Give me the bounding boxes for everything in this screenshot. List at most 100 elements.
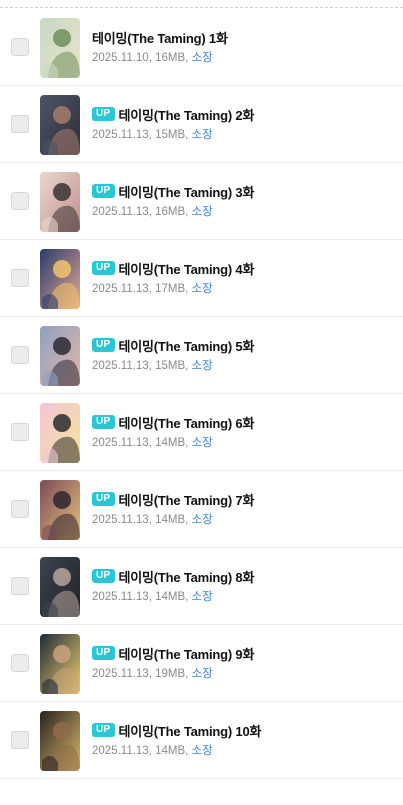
list-item[interactable]: UP 테이밍(The Taming) 8화 2025.11.13, 14MB, … (0, 548, 403, 625)
title-line: UP 테이밍(The Taming) 10화 (92, 721, 395, 739)
episode-cover-thumbnail[interactable] (40, 95, 80, 155)
up-badge: UP (92, 415, 115, 429)
own-link[interactable]: 소장 (192, 591, 213, 603)
episode-cover-thumbnail[interactable] (40, 18, 80, 78)
episode-size: 14MB (155, 591, 186, 603)
episode-cover-thumbnail[interactable] (40, 557, 80, 617)
select-checkbox[interactable] (11, 654, 29, 672)
episode-meta: 2025.11.13, 15MB, 소장 (92, 360, 213, 372)
episode-date: 2025.11.13 (92, 283, 149, 295)
episode-title[interactable]: 테이밍(The Taming) 9화 (119, 644, 255, 663)
episode-size: 17MB (155, 283, 186, 295)
own-link[interactable]: 소장 (192, 514, 213, 526)
episode-date: 2025.11.13 (92, 668, 149, 680)
episode-meta: 2025.11.13, 14MB, 소장 (92, 745, 213, 757)
episode-size: 16MB (155, 206, 186, 218)
title-line: UP 테이밍(The Taming) 2화 (92, 105, 395, 123)
episode-title[interactable]: 테이밍(The Taming) 3화 (119, 182, 255, 201)
title-line: UP 테이밍(The Taming) 8화 (92, 567, 395, 585)
list-item[interactable]: 테이밍(The Taming) 1화 2025.11.10, 16MB, 소장 (0, 9, 403, 86)
episode-size: 15MB (155, 129, 186, 141)
episode-info: 테이밍(The Taming) 1화 2025.11.10, 16MB, 소장 (92, 28, 395, 66)
episode-meta: 2025.11.13, 15MB, 소장 (92, 129, 213, 141)
own-link[interactable]: 소장 (192, 283, 213, 295)
own-link[interactable]: 소장 (192, 668, 213, 680)
up-badge: UP (92, 569, 115, 583)
select-checkbox[interactable] (11, 577, 29, 595)
select-checkbox[interactable] (11, 115, 29, 133)
episode-meta: 2025.11.13, 14MB, 소장 (92, 437, 213, 449)
episode-info: UP 테이밍(The Taming) 9화 2025.11.13, 19MB, … (92, 644, 395, 682)
title-line: UP 테이밍(The Taming) 5화 (92, 336, 395, 354)
episode-meta: 2025.11.13, 17MB, 소장 (92, 283, 213, 295)
list-item[interactable]: UP 테이밍(The Taming) 3화 2025.11.13, 16MB, … (0, 163, 403, 240)
cover-art (40, 403, 80, 463)
title-line: UP 테이밍(The Taming) 7화 (92, 490, 395, 508)
list-item[interactable]: UP 테이밍(The Taming) 6화 2025.11.13, 14MB, … (0, 394, 403, 471)
cover-art (40, 18, 80, 78)
title-line: 테이밍(The Taming) 1화 (92, 28, 395, 46)
up-badge: UP (92, 492, 115, 506)
episode-size: 16MB (155, 52, 186, 64)
episode-info: UP 테이밍(The Taming) 4화 2025.11.13, 17MB, … (92, 259, 395, 297)
cover-art (40, 172, 80, 232)
list-item[interactable]: UP 테이밍(The Taming) 5화 2025.11.13, 15MB, … (0, 317, 403, 394)
list-item[interactable]: UP 테이밍(The Taming) 9화 2025.11.13, 19MB, … (0, 625, 403, 702)
episode-title[interactable]: 테이밍(The Taming) 8화 (119, 567, 255, 586)
select-checkbox[interactable] (11, 38, 29, 56)
title-line: UP 테이밍(The Taming) 9화 (92, 644, 395, 662)
episode-info: UP 테이밍(The Taming) 5화 2025.11.13, 15MB, … (92, 336, 395, 374)
top-divider (0, 7, 403, 8)
episode-title[interactable]: 테이밍(The Taming) 10화 (119, 721, 262, 740)
title-line: UP 테이밍(The Taming) 3화 (92, 182, 395, 200)
episode-meta: 2025.11.13, 14MB, 소장 (92, 514, 213, 526)
own-link[interactable]: 소장 (192, 360, 213, 372)
episode-title[interactable]: 테이밍(The Taming) 1화 (92, 28, 228, 47)
up-badge: UP (92, 184, 115, 198)
episode-title[interactable]: 테이밍(The Taming) 2화 (119, 105, 255, 124)
own-link[interactable]: 소장 (192, 206, 213, 218)
list-item[interactable]: UP 테이밍(The Taming) 7화 2025.11.13, 14MB, … (0, 471, 403, 548)
episode-cover-thumbnail[interactable] (40, 249, 80, 309)
select-checkbox[interactable] (11, 500, 29, 518)
episode-info: UP 테이밍(The Taming) 3화 2025.11.13, 16MB, … (92, 182, 395, 220)
cover-art (40, 249, 80, 309)
cover-art (40, 634, 80, 694)
episode-date: 2025.11.13 (92, 206, 149, 218)
select-checkbox[interactable] (11, 192, 29, 210)
episode-cover-thumbnail[interactable] (40, 711, 80, 771)
episode-cover-thumbnail[interactable] (40, 480, 80, 540)
list-item[interactable]: UP 테이밍(The Taming) 10화 2025.11.13, 14MB,… (0, 702, 403, 779)
list-item[interactable]: UP 테이밍(The Taming) 4화 2025.11.13, 17MB, … (0, 240, 403, 317)
episode-date: 2025.11.13 (92, 745, 149, 757)
episode-info: UP 테이밍(The Taming) 8화 2025.11.13, 14MB, … (92, 567, 395, 605)
title-line: UP 테이밍(The Taming) 4화 (92, 259, 395, 277)
cover-art (40, 557, 80, 617)
episode-cover-thumbnail[interactable] (40, 326, 80, 386)
up-badge: UP (92, 338, 115, 352)
episode-title[interactable]: 테이밍(The Taming) 4화 (119, 259, 255, 278)
up-badge: UP (92, 107, 115, 121)
episode-info: UP 테이밍(The Taming) 7화 2025.11.13, 14MB, … (92, 490, 395, 528)
episode-cover-thumbnail[interactable] (40, 634, 80, 694)
episode-date: 2025.11.13 (92, 437, 149, 449)
episode-cover-thumbnail[interactable] (40, 403, 80, 463)
up-badge: UP (92, 261, 115, 275)
episode-size: 19MB (155, 668, 186, 680)
episode-title[interactable]: 테이밍(The Taming) 7화 (119, 490, 255, 509)
episode-title[interactable]: 테이밍(The Taming) 5화 (119, 336, 255, 355)
cover-art (40, 711, 80, 771)
episode-cover-thumbnail[interactable] (40, 172, 80, 232)
select-checkbox[interactable] (11, 731, 29, 749)
episode-size: 15MB (155, 360, 186, 372)
list-item[interactable]: UP 테이밍(The Taming) 2화 2025.11.13, 15MB, … (0, 86, 403, 163)
own-link[interactable]: 소장 (192, 745, 213, 757)
own-link[interactable]: 소장 (192, 129, 213, 141)
select-checkbox[interactable] (11, 346, 29, 364)
own-link[interactable]: 소장 (192, 52, 213, 64)
select-checkbox[interactable] (11, 269, 29, 287)
episode-title[interactable]: 테이밍(The Taming) 6화 (119, 413, 255, 432)
select-checkbox[interactable] (11, 423, 29, 441)
own-link[interactable]: 소장 (192, 437, 213, 449)
episode-size: 14MB (155, 437, 186, 449)
